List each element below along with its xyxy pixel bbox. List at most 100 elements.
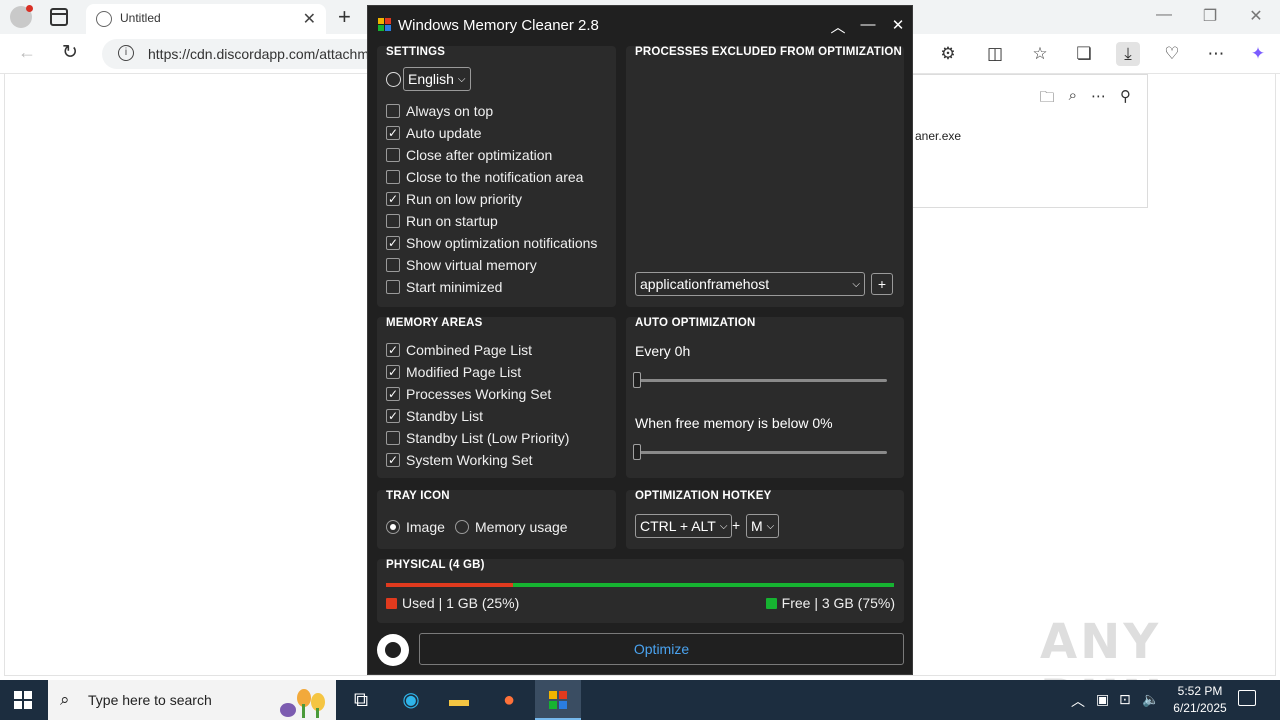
firefox-icon[interactable]: ● [486, 680, 532, 720]
checkbox-option[interactable]: ✓ Show optimization notifications [386, 232, 597, 254]
checkbox-option[interactable]: Close after optimization [386, 144, 552, 166]
checkbox-label: Run on low priority [406, 191, 522, 207]
search-icon: ⌕ [60, 690, 70, 709]
globe-icon [96, 11, 112, 27]
show-hidden-icons-icon[interactable]: ︿ [1071, 691, 1085, 711]
taskbar-clock[interactable]: 5:52 PM 6/21/2025 [1160, 683, 1240, 717]
downloads-icon[interactable]: ⤓ [1116, 42, 1140, 66]
browser-essentials-icon[interactable]: ♡ [1160, 42, 1184, 66]
checkbox-empty-icon[interactable] [386, 214, 400, 228]
close-icon[interactable]: ✕ [303, 9, 316, 29]
back-icon[interactable]: ← [18, 42, 36, 63]
search-icon[interactable]: ⌕ [1069, 87, 1077, 112]
address-bar[interactable]: i https://cdn.discordapp.com/attachm [102, 39, 402, 69]
close-window-icon[interactable]: ✕ [1246, 6, 1266, 26]
folder-icon[interactable]: 🗀 [1040, 87, 1055, 112]
checkbox-option[interactable]: Run on startup [386, 210, 498, 232]
tray-radio-option[interactable]: Image [386, 517, 445, 537]
file-explorer-icon[interactable]: ▬ [436, 680, 482, 720]
checkmark-icon[interactable]: ✓ [386, 236, 400, 250]
pin-icon[interactable]: ⚲ [1120, 87, 1131, 112]
checkbox-option[interactable]: Show virtual memory [386, 254, 537, 276]
edge-icon[interactable]: ◉ [388, 680, 434, 720]
checkbox-label: Modified Page List [406, 364, 522, 380]
slider-thumb[interactable] [633, 372, 641, 388]
checkbox-empty-icon[interactable] [386, 170, 400, 184]
tray-radio-option[interactable]: Memory usage [455, 517, 568, 537]
clock-time: 5:52 PM [1177, 684, 1223, 698]
notifications-icon[interactable] [1238, 690, 1256, 706]
app-titlebar[interactable]: Windows Memory Cleaner 2.8 ︿ — ✕ [368, 6, 912, 44]
checkbox-empty-icon[interactable] [386, 258, 400, 272]
checkbox-empty-icon[interactable] [386, 148, 400, 162]
radio-label: Image [406, 519, 445, 535]
restore-icon[interactable]: ❐ [1200, 6, 1220, 26]
github-icon[interactable] [377, 634, 409, 666]
tab-actions-icon[interactable] [50, 8, 68, 26]
interval-slider[interactable] [633, 372, 887, 388]
radio-empty-icon[interactable] [455, 520, 469, 534]
close-icon[interactable]: ✕ [888, 16, 908, 34]
settings-title: SETTINGS [386, 46, 446, 58]
collapse-icon[interactable]: ︿ [828, 16, 848, 37]
network-icon[interactable]: ⊡ [1119, 691, 1131, 708]
checkmark-icon[interactable]: ✓ [386, 343, 400, 357]
download-item[interactable]: aner.exe [915, 129, 961, 143]
task-view-icon[interactable]: ⧉ [338, 680, 384, 720]
excluded-process-list[interactable] [635, 68, 895, 266]
memory-areas-panel: MEMORY AREAS ✓ Combined Page List ✓ Modifie… [377, 317, 616, 478]
more-icon[interactable]: ⋯ [1204, 42, 1228, 66]
checkbox-option[interactable]: Close to the notification area [386, 166, 583, 188]
minimize-icon[interactable]: — [858, 16, 878, 33]
slider-thumb[interactable] [633, 444, 641, 460]
hotkey-modifier-select[interactable]: CTRL + ALT ⌵ [635, 514, 733, 538]
hotkey-key-value: M [751, 518, 763, 534]
collections-icon[interactable]: ❏ [1072, 42, 1096, 66]
checkmark-icon[interactable]: ✓ [386, 387, 400, 401]
favorites-icon[interactable]: ☆ [1028, 42, 1052, 66]
checkbox-empty-icon[interactable] [386, 431, 400, 445]
free-memory-slider[interactable] [633, 444, 887, 460]
checkbox-empty-icon[interactable] [386, 280, 400, 294]
extensions-icon[interactable]: ⚙ [936, 42, 960, 66]
checkmark-icon[interactable]: ✓ [386, 192, 400, 206]
radio-selected-icon[interactable] [386, 520, 400, 534]
reload-icon[interactable]: ↻ [62, 41, 78, 64]
checkbox-option[interactable]: Always on top [386, 100, 493, 122]
minimize-icon[interactable]: — [1154, 6, 1174, 24]
language-select[interactable]: English ⌵ [403, 67, 471, 91]
browser-tab[interactable]: Untitled ✕ [86, 4, 326, 34]
language-selector[interactable]: English ⌵ [386, 67, 471, 91]
checkbox-empty-icon[interactable] [386, 104, 400, 118]
checkbox-option[interactable]: ✓ Processes Working Set [386, 383, 551, 405]
more-icon[interactable]: ⋯ [1091, 87, 1106, 112]
checkmark-icon[interactable]: ✓ [386, 453, 400, 467]
split-screen-icon[interactable]: ◫ [983, 42, 1007, 66]
device-icon[interactable]: ▣ [1096, 691, 1109, 708]
checkmark-icon[interactable]: ✓ [386, 365, 400, 379]
checkbox-option[interactable]: ✓ Standby List [386, 405, 483, 427]
new-tab-button[interactable]: + [338, 4, 351, 30]
add-process-button[interactable]: + [871, 273, 893, 295]
checkbox-label: Auto update [406, 125, 482, 141]
tulip-art-icon [280, 689, 325, 718]
hotkey-key-select[interactable]: M ⌵ [746, 514, 780, 538]
memory-cleaner-taskbar-icon[interactable] [535, 680, 581, 720]
checkbox-option[interactable]: ✓ System Working Set [386, 449, 533, 471]
windows-start-icon[interactable] [14, 691, 32, 709]
copilot-icon[interactable]: ✦ [1246, 42, 1270, 66]
checkbox-option[interactable]: Start minimized [386, 276, 502, 298]
checkbox-option[interactable]: ✓ Run on low priority [386, 188, 522, 210]
process-select[interactable]: applicationframehost ⌵ [635, 272, 865, 296]
checkbox-option[interactable]: ✓ Auto update [386, 122, 482, 144]
checkmark-icon[interactable]: ✓ [386, 126, 400, 140]
checkbox-option[interactable]: ✓ Modified Page List [386, 361, 521, 383]
checkbox-option[interactable]: ✓ Combined Page List [386, 339, 532, 361]
optimize-button[interactable]: Optimize [419, 633, 904, 665]
taskbar-search[interactable]: ⌕ Type here to search [48, 680, 336, 720]
checkmark-icon[interactable]: ✓ [386, 409, 400, 423]
checkbox-option[interactable]: Standby List (Low Priority) [386, 427, 569, 449]
info-icon[interactable]: i [118, 45, 134, 61]
profile-avatar[interactable] [10, 5, 33, 28]
volume-icon[interactable]: 🔈 [1142, 691, 1159, 708]
